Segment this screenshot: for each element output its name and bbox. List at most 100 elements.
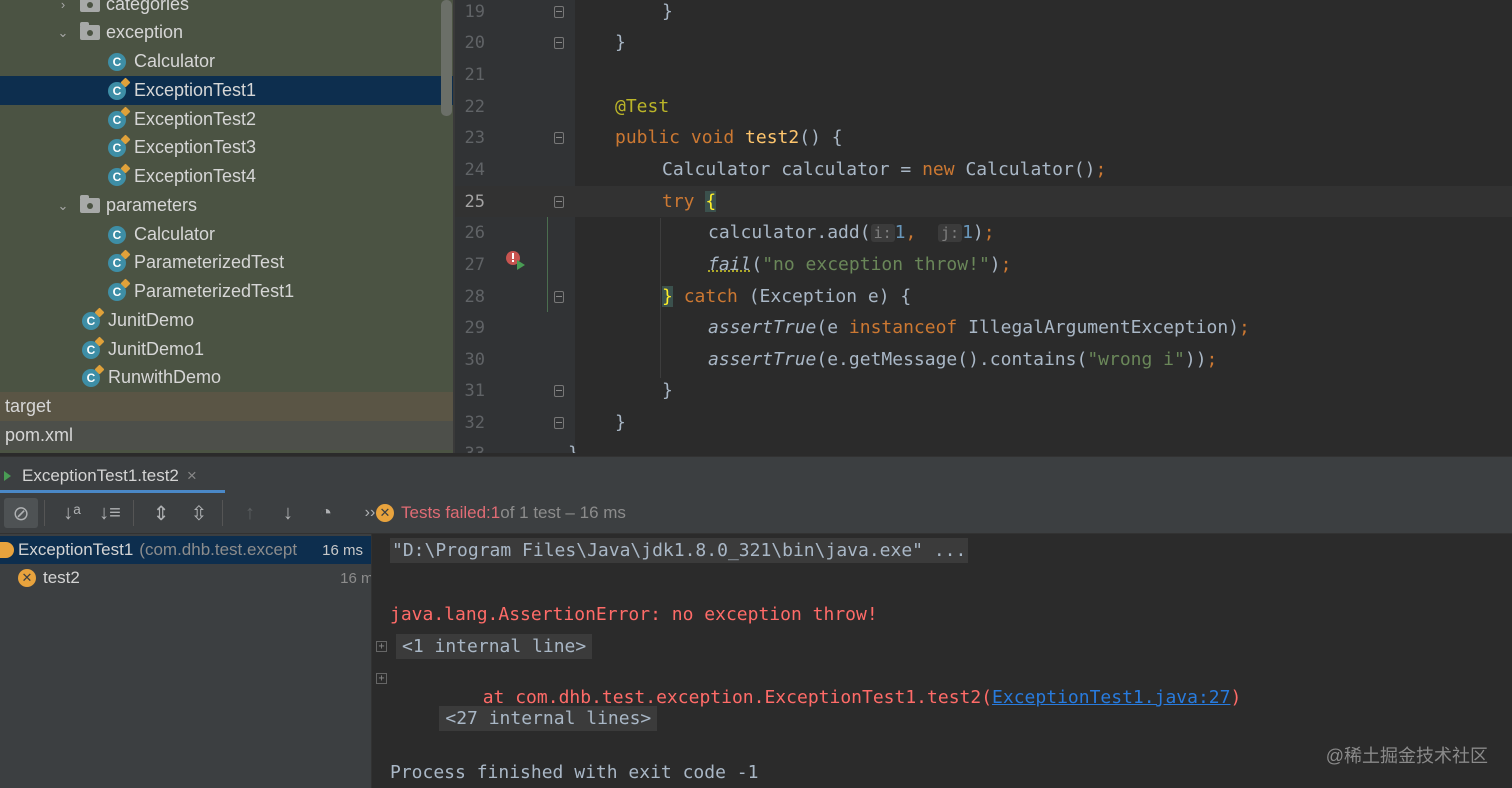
sort-alphabetically-icon[interactable]: ↓ᵃ [55, 498, 89, 528]
toolbar-separator [133, 500, 134, 526]
tree-item-calculator-2[interactable]: C Calculator [0, 220, 453, 249]
console-error: java.lang.AssertionError: no exception t… [390, 604, 878, 625]
stack-frame-link[interactable]: ExceptionTest1.java:27 [992, 687, 1230, 708]
code-line: } [615, 412, 626, 433]
collapse-all-icon[interactable]: ⇳ [182, 498, 216, 528]
line-number: 19 [464, 1, 485, 22]
code-comma: , [905, 222, 917, 243]
fold-icon[interactable] [554, 385, 564, 397]
tree-item-categories[interactable]: › categories [0, 0, 453, 19]
chevron-down-icon[interactable]: ⌄ [56, 25, 70, 40]
code-string: "wrong i" [1087, 349, 1185, 370]
class-icon: C [108, 225, 126, 244]
fold-icon[interactable] [554, 6, 564, 18]
method-call: fail [708, 254, 752, 275]
test-duration: 16 ms [322, 541, 363, 559]
tree-item-label: Calculator [134, 224, 216, 244]
line-number: 30 [464, 349, 485, 370]
tree-item-parameterizedtest[interactable]: C ParameterizedTest [0, 248, 453, 277]
tree-item-label: RunwithDemo [108, 367, 222, 387]
tree-item-junitdemo1[interactable]: C JunitDemo1 [0, 335, 453, 364]
code-editor[interactable]: 19 } 20 } 21 22 @Test 23 public void tes… [453, 0, 1512, 453]
test-history-icon[interactable]: ◔ [309, 498, 343, 528]
line-number: 27 [464, 254, 485, 275]
previous-failed-icon[interactable]: ↑ [233, 498, 267, 528]
expand-icon[interactable]: + [376, 641, 387, 652]
test-method-label: test2 [43, 568, 80, 587]
tree-item-label: ExceptionTest2 [134, 109, 257, 129]
next-failed-icon[interactable]: ↓ [271, 498, 305, 528]
run-toolbar: ⊘ ↓ᵃ ↓≡ ⇕ ⇳ ↑ ↓ ◔ ›› ✕ Tests failed: 1 o… [0, 493, 1512, 534]
tree-item-label: ParameterizedTest [134, 252, 285, 272]
test-class-package: (com.dhb.test.except [139, 540, 298, 559]
code-keyword: public void [615, 127, 746, 148]
test-class-icon: C [108, 81, 126, 100]
tree-item-exceptiontest4[interactable]: C ExceptionTest4 [0, 162, 453, 191]
code-text: Calculator() [954, 159, 1096, 180]
line-number: 24 [464, 159, 485, 180]
code-keyword: instanceof [848, 317, 958, 338]
code-text: ) [989, 254, 1001, 275]
tree-scrollbar[interactable] [441, 0, 452, 116]
test-status: ✕ Tests failed: 1 of 1 test – 16 ms [376, 493, 626, 533]
code-keyword: try [662, 191, 695, 212]
code-semicolon: ; [1206, 349, 1218, 370]
tree-item-parameters[interactable]: ⌄ parameters [0, 191, 453, 220]
tree-item-label: JunitDemo [108, 310, 195, 330]
line-number: 26 [464, 222, 485, 243]
test-node-method[interactable]: ✕ test2 16 ms [0, 564, 389, 592]
stack-frame: at com.dhb.test.exception.ExceptionTest1… [439, 687, 993, 708]
line-number: 20 [464, 32, 485, 53]
tree-item-label: parameters [106, 195, 198, 215]
chevron-right-icon[interactable]: › [56, 0, 70, 12]
tab-label: ExceptionTest1.test2 [22, 465, 179, 485]
internal-lines-fold[interactable]: <27 internal lines> [439, 706, 658, 731]
tree-item-exceptiontest3[interactable]: C ExceptionTest3 [0, 133, 453, 162]
close-icon[interactable]: × [187, 466, 197, 486]
code-text: (e.getMessage().contains( [816, 349, 1088, 370]
test-class-icon: C [82, 368, 100, 387]
fold-icon[interactable] [554, 132, 564, 144]
folder-icon [80, 0, 100, 12]
tree-item-exceptiontest2[interactable]: C ExceptionTest2 [0, 105, 453, 134]
tree-item-label: Calculator [134, 51, 216, 71]
tree-item-label: target [5, 396, 52, 416]
code-text: )) [1184, 349, 1207, 370]
sort-by-duration-icon[interactable]: ↓≡ [93, 498, 127, 528]
test-class-icon: C [108, 167, 126, 186]
tree-item-exceptiontest1[interactable]: C ExceptionTest1 [0, 76, 453, 105]
line-number: 25 [464, 191, 485, 212]
project-tree: › categories ⌄ exception C Calculator C … [0, 0, 453, 453]
test-class-icon: C [108, 110, 126, 129]
test-class-icon: C [82, 311, 100, 330]
test-node-class[interactable]: ExceptionTest1 (com.dhb.test.except 16 m… [0, 536, 371, 564]
tree-item-exception[interactable]: ⌄ exception [0, 18, 453, 47]
fold-icon[interactable] [554, 37, 564, 49]
watermark: @稀土掘金技术社区 [1325, 746, 1488, 766]
tree-item-calculator[interactable]: C Calculator [0, 47, 453, 76]
test-class-icon: C [108, 253, 126, 272]
tab-run-config[interactable]: ExceptionTest1.test2 × [0, 457, 197, 494]
tree-item-pom[interactable]: pom.xml [0, 421, 453, 450]
internal-lines-fold[interactable]: <1 internal line> [396, 634, 593, 659]
show-passed-toggle-icon[interactable]: ⊘ [4, 498, 38, 528]
chevron-down-icon[interactable]: ⌄ [56, 198, 70, 213]
tree-item-junitdemo[interactable]: C JunitDemo [0, 306, 453, 335]
tree-item-target[interactable]: target [0, 392, 453, 421]
tree-item-label: categories [106, 0, 190, 14]
fold-icon[interactable] [554, 291, 564, 303]
expand-icon[interactable]: + [376, 673, 387, 684]
code-semicolon: ; [1239, 317, 1250, 338]
code-line: @Test [615, 96, 670, 117]
status-failed-label: Tests failed: [401, 503, 491, 522]
tree-item-parameterizedtest1[interactable]: C ParameterizedTest1 [0, 277, 453, 306]
toolbar-separator [44, 500, 45, 526]
tree-item-runwithdemo[interactable]: C RunwithDemo [0, 363, 453, 392]
code-number: 1 [894, 222, 906, 243]
fold-icon[interactable] [554, 196, 564, 208]
line-number: 31 [464, 380, 485, 401]
console-command: "D:\Program Files\Java\jdk1.8.0_321\bin\… [390, 538, 969, 563]
fold-icon[interactable] [554, 417, 564, 429]
expand-all-icon[interactable]: ⇕ [144, 498, 178, 528]
test-class-icon: C [108, 138, 126, 157]
